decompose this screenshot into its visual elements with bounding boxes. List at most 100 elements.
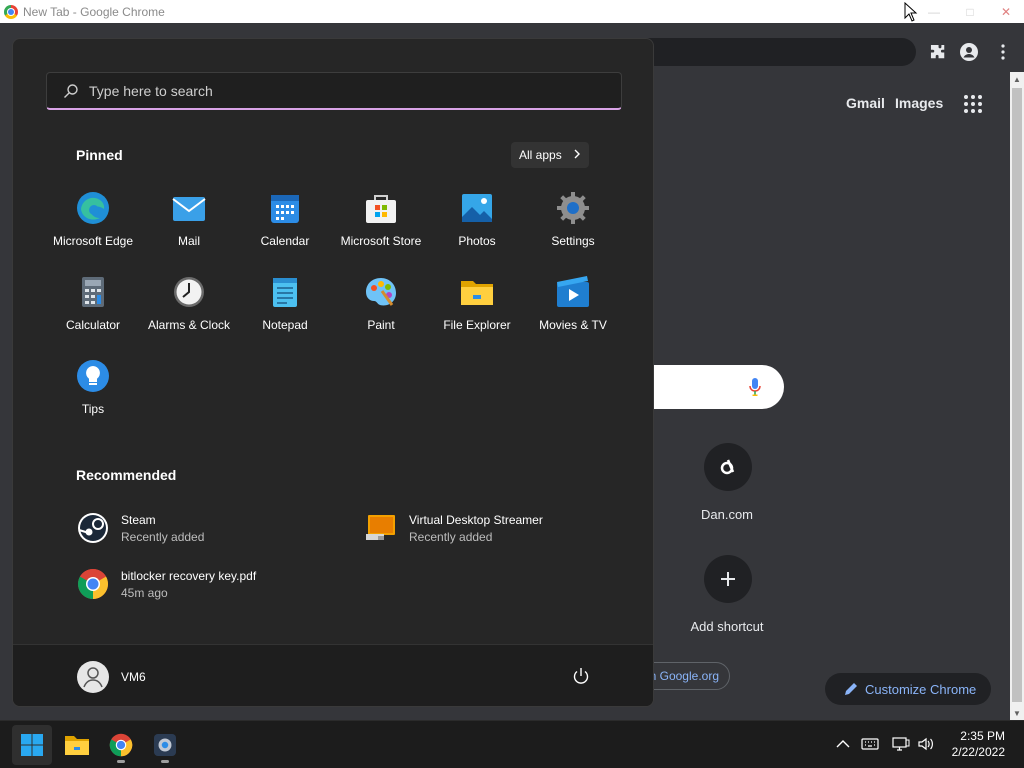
folder-icon [461,281,493,305]
pinned-app-tips[interactable]: Tips [45,359,141,439]
shortcut-label[interactable]: Add shortcut [667,619,787,634]
minimize-button[interactable]: — [916,0,952,23]
add-shortcut-icon[interactable] [704,555,752,603]
pinned-app-alarms[interactable]: Alarms & Clock [141,275,237,355]
pinned-app-movies[interactable]: Movies & TV [525,275,621,355]
start-search-input[interactable] [89,82,589,99]
all-apps-button[interactable]: All apps [511,142,589,168]
folder-icon [65,736,89,755]
pinned-app-calendar[interactable]: Calendar [237,191,333,271]
pinned-app-settings[interactable]: Settings [525,191,621,271]
store-icon [366,195,396,223]
chrome-title-bar: New Tab - Google Chrome — □ ✕ [0,0,1024,23]
scroll-up-arrow-icon[interactable]: ▲ [1010,72,1024,86]
start-menu-footer: VM6 [13,644,653,706]
pinned-app-label: Calculator [65,318,121,332]
recommended-name: bitlocker recovery key.pdf [121,568,257,583]
taskbar-clock[interactable]: 2:35 PM 2/22/2022 [952,728,1005,760]
pinned-app-label: Alarms & Clock [147,318,230,332]
customize-chrome-button[interactable]: Customize Chrome [825,673,991,705]
clock-time: 2:35 PM [960,729,1005,743]
user-name[interactable]: VM6 [121,670,146,684]
pinned-app-label: Settings [551,234,595,248]
shortcut-dan-icon[interactable] [704,443,752,491]
notepad-icon [273,278,297,307]
mail-icon [172,197,206,221]
google-apps-icon[interactable] [964,95,982,113]
pinned-app-edge[interactable]: Microsoft Edge [45,191,141,271]
pinned-app-label: File Explorer [443,318,511,332]
pinned-app-paint[interactable]: Paint [333,275,429,355]
pinned-app-explorer[interactable]: File Explorer [429,275,525,355]
pinned-app-label: Paint [367,318,395,332]
maximize-button[interactable]: □ [952,0,988,23]
windows-logo-icon [21,734,43,756]
clock-date: 2/22/2022 [951,745,1005,759]
scroll-down-arrow-icon[interactable]: ▼ [1010,706,1024,720]
edge-icon [77,192,109,224]
monitor-icon [366,515,395,540]
calendar-icon [271,195,299,223]
pinned-app-store[interactable]: Microsoft Store [333,191,429,271]
network-monitor-icon[interactable] [892,736,910,752]
lightbulb-icon [77,360,109,392]
recommended-item-steam[interactable]: Steam Recently added [77,512,204,544]
taskbar-settings[interactable] [145,725,185,765]
all-apps-label: All apps [519,148,562,162]
recommended-heading: Recommended [76,467,177,483]
volume-icon[interactable] [917,736,935,752]
recommended-sub: 45m ago [121,585,168,600]
chevron-up-icon[interactable] [834,736,852,752]
pinned-app-calculator[interactable]: Calculator [45,275,141,355]
pinned-heading: Pinned [76,147,123,163]
profile-icon[interactable] [960,43,978,61]
window-title: New Tab - Google Chrome [23,4,165,19]
power-icon[interactable] [571,666,591,686]
recommended-sub: Recently added [409,529,493,544]
pinned-app-label: Tips [81,402,105,416]
search-icon [64,83,78,98]
pinned-app-notepad[interactable]: Notepad [237,275,333,355]
start-button[interactable] [12,725,52,765]
paint-palette-icon [366,278,396,306]
running-indicator [161,760,169,763]
photos-icon [462,194,492,222]
taskbar-file-explorer[interactable] [57,725,97,765]
recommended-item-virtual-desktop[interactable]: Virtual Desktop Streamer Recently added [365,512,543,544]
pinned-app-mail[interactable]: Mail [141,191,237,271]
pinned-app-photos[interactable]: Photos [429,191,525,271]
taskbar-chrome[interactable] [101,725,141,765]
recommended-item-pdf[interactable]: bitlocker recovery key.pdf 45m ago [77,568,256,600]
microphone-icon[interactable] [748,377,762,397]
pinned-app-label: Photos [458,234,496,248]
close-button[interactable]: ✕ [988,0,1024,23]
movies-icon [557,276,589,307]
start-search-box[interactable] [46,72,622,110]
chrome-icon [109,733,133,757]
start-menu: Pinned All apps Microsoft Edge Mail Cale… [12,38,654,707]
pinned-app-label: Mail [177,234,200,248]
recommended-sub: Recently added [121,529,205,544]
recommended-name: Virtual Desktop Streamer [409,512,543,527]
page-scrollbar[interactable]: ▲ ▼ [1010,72,1024,720]
images-link[interactable]: Images [895,95,943,111]
user-avatar-icon[interactable] [77,661,109,693]
gmail-link[interactable]: Gmail [846,95,885,111]
pinned-app-label: Microsoft Edge [52,234,134,248]
chrome-menu-icon[interactable] [994,43,1012,61]
pencil-icon [845,683,857,695]
pinned-app-label: Movies & TV [539,318,607,332]
steam-icon [78,513,108,543]
extensions-puzzle-icon[interactable] [929,43,947,61]
scroll-thumb[interactable] [1012,88,1022,702]
calculator-icon [82,277,104,307]
customize-label: Customize Chrome [865,681,977,697]
pinned-app-label: Calendar [260,234,310,248]
settings-gear-icon [557,192,589,224]
keyboard-icon[interactable] [861,736,879,752]
mouse-cursor-icon [904,2,918,22]
running-indicator [117,760,125,763]
pinned-app-label: Notepad [262,318,308,332]
chevron-right-icon [574,149,580,159]
shortcut-label[interactable]: Dan.com [667,507,787,522]
